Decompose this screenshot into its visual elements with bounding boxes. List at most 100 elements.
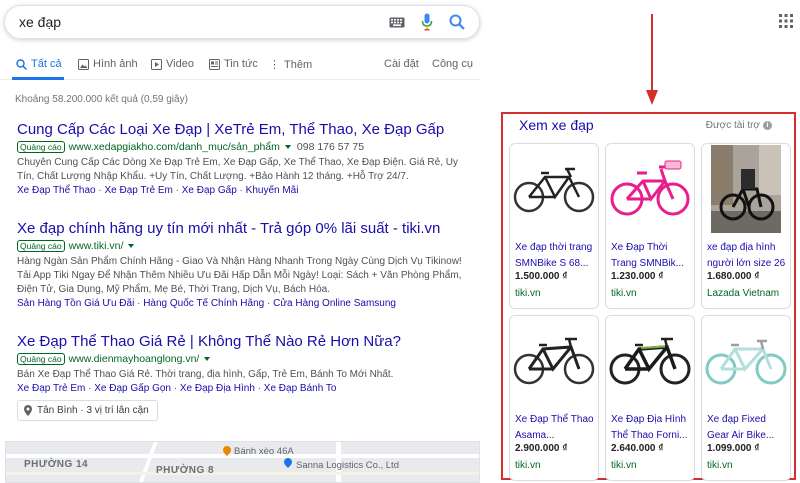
chevron-down-icon[interactable]	[284, 145, 291, 149]
tab-video[interactable]: Video	[151, 58, 194, 70]
product-name: xe đạp địa hình người lớn size 26	[707, 242, 786, 269]
product-store: tiki.vn	[611, 288, 637, 299]
product-price: 2.640.000 ₫	[611, 443, 664, 454]
result-url[interactable]: www.dienmayhoanglong.vn/	[69, 353, 200, 365]
product-name: Xe đạp Fixed Gear Air Bike...	[707, 414, 775, 441]
sitelink[interactable]: Khuyến Mãi	[246, 185, 299, 196]
sitelink[interactable]: Xe Đạp Địa Hình	[180, 383, 255, 394]
shopping-title[interactable]: Xem xe đạp	[519, 117, 594, 133]
product-card[interactable]: Xe Đạp Địa Hình Thể Thao Forni... 2.640.…	[605, 315, 695, 481]
sitelink[interactable]: Xe Đạp Gấp Gọn	[94, 383, 171, 394]
map-pin-icon	[284, 458, 292, 468]
tab-label: Hình ảnh	[93, 58, 138, 70]
ad-badge: Quảng cáo	[17, 353, 65, 365]
product-image	[510, 316, 598, 406]
product-card[interactable]: xe đạp địa hình người lớn size 26 1.680.…	[701, 143, 791, 309]
product-store: tiki.vn	[707, 460, 733, 471]
tab-label: Thêm	[284, 58, 313, 71]
more-icon: ⋮	[269, 59, 280, 71]
location-chip[interactable]: Tân Bình · 3 vị trí lân cận	[17, 400, 158, 421]
tools-label: Công cụ	[432, 58, 473, 70]
image-icon	[78, 58, 89, 70]
product-price: 2.900.000 ₫	[515, 443, 568, 454]
tab-news[interactable]: Tin tức	[209, 58, 258, 70]
product-store: tiki.vn	[515, 288, 541, 299]
sitelink[interactable]: Sản Hàng Tồn Giá Ưu Đãi	[17, 298, 134, 309]
tab-label: Video	[166, 58, 194, 70]
product-card[interactable]: Xe Đạp Thời Trang SMNBik... 1.230.000 ₫ …	[605, 143, 695, 309]
settings-link[interactable]: Cài đặt	[384, 58, 419, 70]
product-price: 1.500.000 ₫	[515, 271, 568, 282]
ad-badge: Quảng cáo	[17, 240, 65, 252]
annotation-arrow	[646, 14, 658, 105]
news-icon	[209, 58, 220, 70]
keyboard-icon[interactable]	[387, 12, 407, 32]
sitelink[interactable]: Xe Đạp Thể Thao	[17, 185, 96, 196]
result-title-link[interactable]: Cung Cấp Các Loại Xe Đạp | XeTrẻ Em, Thể…	[17, 121, 477, 139]
video-icon	[151, 58, 162, 70]
tab-images[interactable]: Hình ảnh	[78, 58, 138, 70]
product-price: 1.680.000 ₫	[707, 271, 760, 282]
apps-grid-icon[interactable]	[779, 14, 793, 33]
product-image	[702, 144, 790, 234]
search-icon	[16, 58, 27, 70]
product-image	[702, 316, 790, 406]
sitelink[interactable]: Xe Đạp Bánh To	[264, 383, 337, 394]
search-box[interactable]: xe đạp	[4, 5, 480, 39]
microphone-icon[interactable]	[417, 12, 437, 32]
search-input[interactable]: xe đạp	[19, 14, 387, 30]
product-card[interactable]: Xe đạp Fixed Gear Air Bike... 1.099.000 …	[701, 315, 791, 481]
search-button-icon[interactable]	[447, 12, 467, 32]
search-result: Cung Cấp Các Loại Xe Đạp | XeTrẻ Em, Thể…	[17, 121, 477, 198]
shopping-ads-panel: Xem xe đạp Được tài trợ i Xe đạp thời tr…	[501, 112, 796, 481]
sponsored-label: Được tài trợ i	[706, 120, 772, 131]
search-tabs: Tất cả Hình ảnh Video Tin tức ⋮ Thêm Cài…	[0, 44, 480, 80]
settings-label: Cài đặt	[384, 58, 419, 70]
tab-label: Tin tức	[224, 58, 258, 70]
sitelink[interactable]: Hàng Quốc Tế Chính Hãng	[143, 298, 264, 309]
tab-all[interactable]: Tất cả	[16, 58, 62, 70]
result-url[interactable]: www.tiki.vn/	[69, 240, 124, 252]
sitelink[interactable]: Cửa Hàng Online Samsung	[273, 298, 396, 309]
product-image	[606, 144, 694, 234]
product-price: 1.230.000 ₫	[611, 271, 664, 282]
result-description: Bán Xe Đạp Thể Thao Giá Rẻ. Thời trang, …	[17, 369, 394, 380]
result-title-link[interactable]: Xe đạp chính hãng uy tín mới nhất - Trả …	[17, 220, 477, 238]
sitelink[interactable]: Xe Đạp Gấp	[182, 185, 237, 196]
tab-label: Tất cả	[31, 58, 62, 70]
chevron-down-icon[interactable]	[204, 357, 211, 361]
product-price: 1.099.000 ₫	[707, 443, 760, 454]
product-name: Xe Đạp Thể Thao Asama...	[515, 414, 594, 441]
sponsored-text: Được tài trợ	[705, 120, 760, 131]
product-name: Xe đạp thời trang SMNBike S 68...	[515, 242, 593, 269]
chevron-down-icon[interactable]	[128, 244, 135, 248]
location-pin-icon	[24, 405, 32, 416]
product-card[interactable]: Xe đạp thời trang SMNBike S 68... 1.500.…	[509, 143, 599, 309]
map-pin-icon	[223, 446, 231, 456]
result-stats: Khoảng 58.200.000 kết quả (0,59 giây)	[15, 94, 188, 105]
location-label: Tân Bình · 3 vị trí lân cận	[37, 405, 149, 416]
product-name: Xe Đạp Thời Trang SMNBik...	[611, 242, 684, 269]
result-description: Hàng Ngàn Sản Phẩm Chính Hãng - Giao Và …	[17, 256, 462, 267]
result-url[interactable]: www.xedapgiakho.com/danh_mục/sản_phẩm	[69, 141, 280, 153]
phone-number[interactable]: 098 176 57 75	[297, 141, 364, 153]
tools-link[interactable]: Công cụ	[432, 58, 473, 70]
result-description: Tải App Tiki Ngay Để Nhận Thêm Nhiều Ưu …	[17, 270, 462, 281]
info-icon[interactable]: i	[763, 121, 772, 130]
result-title-link[interactable]: Xe Đạp Thể Thao Giá Rẻ | Không Thể Nào R…	[17, 333, 477, 351]
active-tab-indicator	[12, 77, 64, 80]
product-card[interactable]: Xe Đạp Thể Thao Asama... 2.900.000 ₫ tik…	[509, 315, 599, 481]
result-description: Chuyên Cung Cấp Các Dòng Xe Đạp Trẻ Em, …	[17, 157, 458, 168]
search-result: Xe Đạp Thể Thao Giá Rẻ | Không Thể Nào R…	[17, 333, 477, 396]
ad-badge: Quảng cáo	[17, 141, 65, 153]
sitelink[interactable]: Xe Đạp Trẻ Em	[17, 383, 85, 394]
product-image	[510, 144, 598, 234]
search-result: Xe đạp chính hãng uy tín mới nhất - Trả …	[17, 220, 477, 311]
map-label: PHƯỜNG 14	[24, 459, 89, 470]
map-preview[interactable]: PHƯỜNG 14 PHƯỜNG 8 Bánh xèo 46A Sanna Lo…	[5, 441, 480, 483]
result-description: Tín, Chất Lượng Nhập Khẩu. +Uy Tín, Chất…	[17, 171, 409, 182]
product-store: tiki.vn	[611, 460, 637, 471]
tab-more[interactable]: ⋮ Thêm	[269, 58, 313, 72]
map-label: PHƯỜNG 8	[156, 465, 215, 476]
sitelink[interactable]: Xe Đạp Trẻ Em	[104, 185, 172, 196]
